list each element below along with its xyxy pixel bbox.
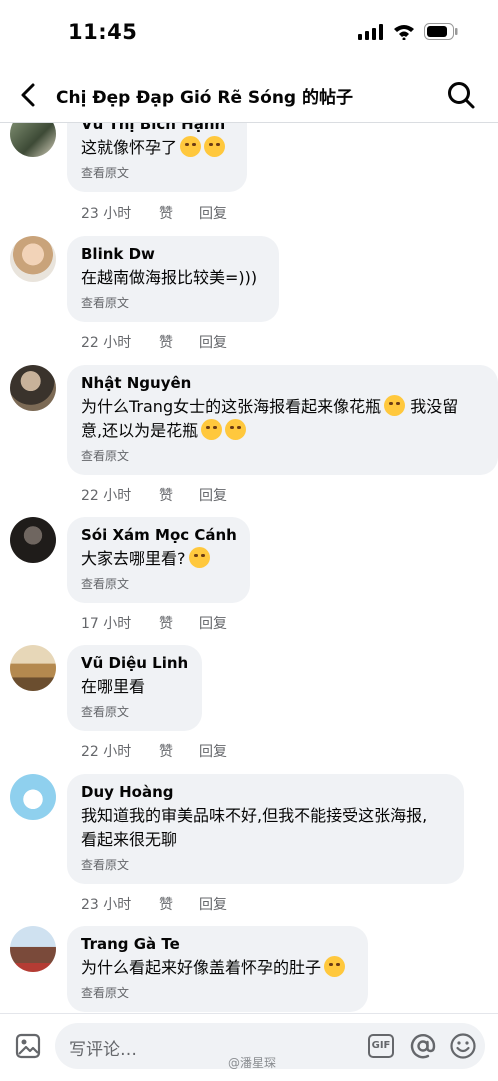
- comment-bubble[interactable]: Vũ Thị Bích Hạnh 这就像怀孕了 查看原文: [67, 123, 247, 192]
- reply-button[interactable]: 回复: [199, 613, 227, 633]
- like-button[interactable]: 赞: [159, 203, 199, 223]
- commenter-name[interactable]: Sói Xám Mọc Cánh: [81, 525, 237, 545]
- see-original-link[interactable]: 查看原文: [81, 703, 188, 721]
- see-original-link[interactable]: 查看原文: [81, 575, 236, 593]
- avatar[interactable]: [10, 645, 56, 691]
- comment-input-placeholder: 写评论…: [69, 1040, 137, 1060]
- avatar[interactable]: [10, 774, 56, 820]
- reply-button[interactable]: 回复: [199, 485, 227, 505]
- disappointed-emoji-icon: [384, 395, 406, 416]
- like-button[interactable]: 赞: [159, 332, 199, 352]
- avatar[interactable]: [10, 926, 56, 972]
- avatar[interactable]: [10, 365, 56, 411]
- comment-text: 我知道我的审美品味不好,但我不能接受这张海报,: [81, 806, 428, 825]
- comment-bubble[interactable]: Blink Dw 在越南做海报比较美=))) 查看原文: [67, 236, 279, 322]
- see-original-link[interactable]: 查看原文: [81, 164, 233, 182]
- avatar[interactable]: [10, 236, 56, 282]
- commenter-name[interactable]: Nhật Nguyên: [81, 373, 484, 393]
- smiley-icon[interactable]: [449, 1032, 477, 1060]
- watermark: @潘星琛: [228, 1056, 277, 1070]
- search-icon[interactable]: [446, 80, 476, 110]
- see-original-link[interactable]: 查看原文: [81, 984, 354, 1002]
- comment-composer: 写评论… GIF @潘星琛: [0, 1013, 498, 1081]
- comment-actions: 23 小时 赞 回复: [81, 203, 227, 223]
- like-button[interactable]: 赞: [159, 485, 199, 505]
- signal-icon: [358, 23, 383, 40]
- gif-icon[interactable]: GIF: [368, 1034, 394, 1058]
- reply-button[interactable]: 回复: [199, 332, 227, 352]
- comment-timestamp: 23 小时: [81, 206, 132, 222]
- commenter-name[interactable]: Duy Hoàng: [81, 782, 450, 802]
- page-title: Chị Đẹp Đạp Gió Rẽ Sóng 的帖子: [56, 88, 354, 108]
- comment-text: 为什么Trang女士的这张海报看起来像花瓶 我没留: [81, 395, 459, 416]
- comment-actions: 22 小时 赞 回复: [81, 332, 227, 352]
- see-original-link[interactable]: 查看原文: [81, 294, 265, 312]
- back-icon[interactable]: [14, 80, 44, 110]
- battery-icon: [424, 23, 458, 40]
- laughing-emoji-icon: [180, 136, 202, 157]
- reply-button[interactable]: 回复: [199, 741, 227, 761]
- status-icons: [358, 23, 458, 40]
- comment-actions: 17 小时 赞 回复: [81, 613, 227, 633]
- like-button[interactable]: 赞: [159, 613, 199, 633]
- comment-text: 在哪里看: [81, 677, 146, 696]
- comment-timestamp: 22 小时: [81, 744, 132, 760]
- like-button[interactable]: 赞: [159, 741, 199, 761]
- comment-text: 这就像怀孕了: [81, 136, 233, 160]
- wifi-icon: [394, 24, 414, 40]
- comment-timestamp: 17 小时: [81, 616, 132, 632]
- commenter-name[interactable]: Vũ Thị Bích Hạnh: [81, 123, 233, 134]
- crying-emoji-icon: [201, 419, 223, 440]
- comment-actions: 22 小时 赞 回复: [81, 741, 227, 761]
- photo-icon[interactable]: [15, 1033, 41, 1059]
- status-time: 11:45: [68, 20, 138, 44]
- comment-actions: 23 小时 赞 回复: [81, 894, 227, 914]
- comment-text: 在越南做海报比较美=))): [81, 268, 258, 287]
- comment-bubble[interactable]: Vũ Diệu Linh 在哪里看 查看原文: [67, 645, 202, 731]
- comment-bubble[interactable]: Trang Gà Te 为什么看起来好像盖着怀孕的肚子 查看原文: [67, 926, 368, 1012]
- comment-text-line-2: 看起来很无聊: [81, 830, 178, 849]
- comment-actions: 22 小时 赞 回复: [81, 485, 227, 505]
- laughing-emoji-icon: [204, 136, 226, 157]
- comment-timestamp: 23 小时: [81, 897, 132, 913]
- status-bar: 11:45: [0, 0, 498, 66]
- smiling-emoji-icon: [188, 547, 210, 568]
- reply-button[interactable]: 回复: [199, 894, 227, 914]
- comment-timestamp: 22 小时: [81, 488, 132, 504]
- laughing-emoji-icon: [324, 956, 346, 977]
- comment-bubble[interactable]: Sói Xám Mọc Cánh 大家去哪里看? 查看原文: [67, 517, 250, 603]
- comment-bubble[interactable]: Nhật Nguyên 为什么Trang女士的这张海报看起来像花瓶 我没留 意,…: [67, 365, 498, 475]
- commenter-name[interactable]: Trang Gà Te: [81, 934, 354, 954]
- see-original-link[interactable]: 查看原文: [81, 447, 484, 465]
- comment-bubble[interactable]: Duy Hoàng 我知道我的审美品味不好,但我不能接受这张海报, 看起来很无聊…: [67, 774, 464, 884]
- commenter-name[interactable]: Blink Dw: [81, 244, 265, 264]
- comment-text: 为什么看起来好像盖着怀孕的肚子: [81, 956, 354, 980]
- comment-text: 大家去哪里看?: [81, 547, 236, 571]
- avatar[interactable]: [10, 123, 56, 157]
- comment-timestamp: 22 小时: [81, 335, 132, 351]
- avatar[interactable]: [10, 517, 56, 563]
- see-original-link[interactable]: 查看原文: [81, 856, 450, 874]
- crying-emoji-icon: [225, 419, 247, 440]
- comment-list[interactable]: Vũ Thị Bích Hạnh 这就像怀孕了 查看原文 23 小时 赞 回复 …: [0, 123, 498, 1013]
- like-button[interactable]: 赞: [159, 894, 199, 914]
- commenter-name[interactable]: Vũ Diệu Linh: [81, 653, 188, 673]
- comment-text-line-2: 意,还以为是花瓶: [81, 419, 484, 443]
- reply-button[interactable]: 回复: [199, 203, 227, 223]
- at-sign-icon[interactable]: [409, 1032, 437, 1060]
- post-header: Chị Đẹp Đạp Gió Rẽ Sóng 的帖子: [0, 66, 498, 123]
